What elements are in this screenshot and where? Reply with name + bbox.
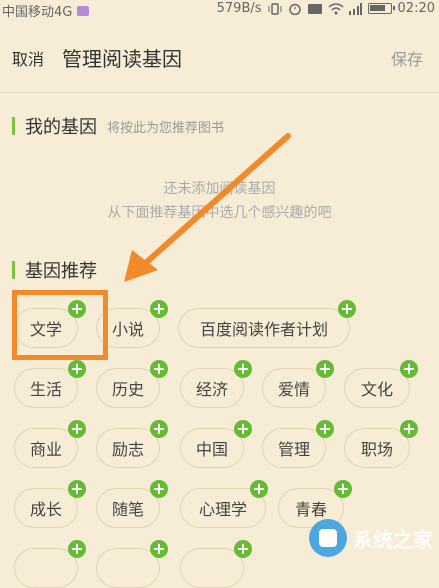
arrow-annotation-icon (124, 133, 291, 282)
watermark-logo-icon (309, 519, 347, 557)
watermark: 系统之家 (309, 519, 433, 557)
watermark-text: 系统之家 (353, 527, 433, 552)
